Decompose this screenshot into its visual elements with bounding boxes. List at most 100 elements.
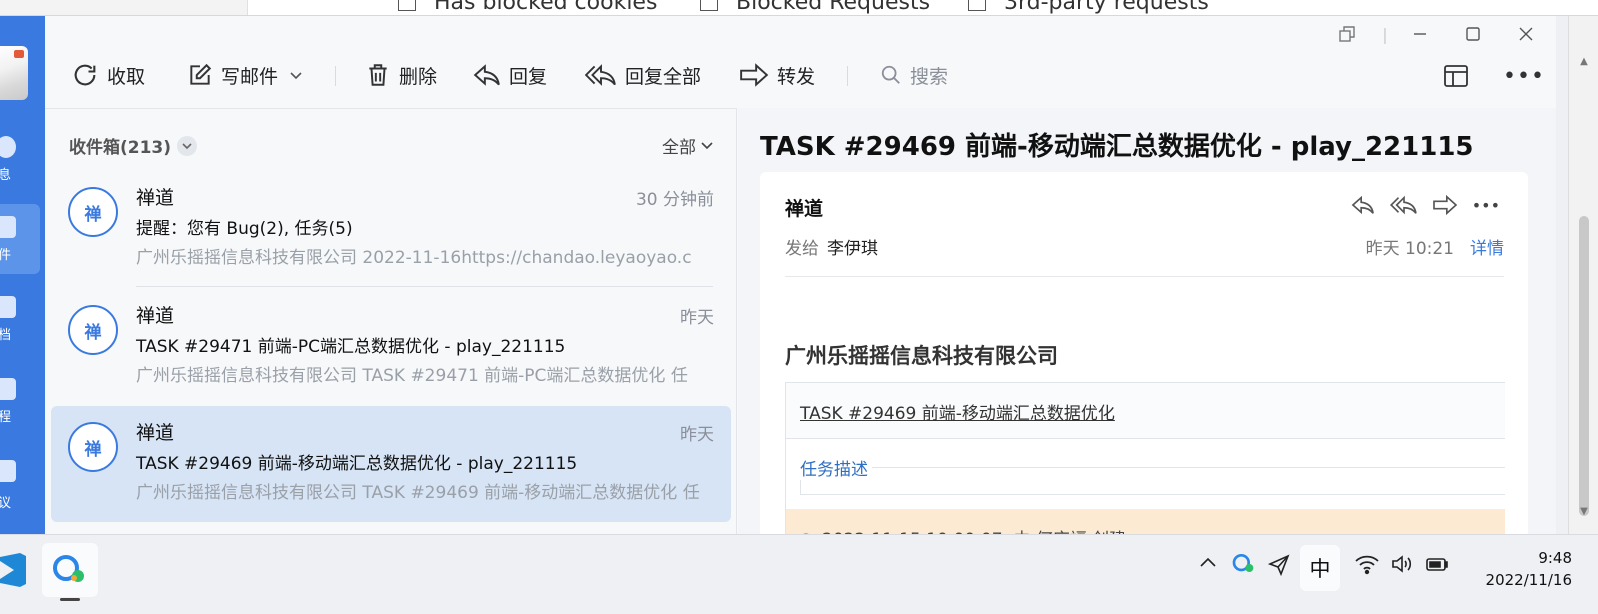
forward-icon[interactable] (1432, 194, 1458, 216)
sidebar-item-messages[interactable]: 息 (0, 132, 40, 188)
more-options-icon[interactable]: ••• (1472, 196, 1500, 215)
sender-avatar: 禅 (68, 187, 118, 237)
reader-sender: 禅道 (785, 198, 824, 220)
list-item-selected[interactable]: 禅 禅道 昨天 TASK #29469 前端-移动端汇总数据优化 - play_… (51, 406, 731, 522)
recipient-name: 李伊琪 (827, 239, 878, 259)
mail-subject: TASK #29469 前端-移动端汇总数据优化 - play_221115 (136, 454, 578, 474)
folder-selector[interactable]: 收件箱(213) (69, 133, 198, 158)
reader-actions: ••• (1350, 194, 1500, 216)
chat-icon (0, 136, 16, 158)
sidebar-item-docs[interactable]: 档 (0, 292, 40, 348)
mail-subject: TASK #29471 前端-PC端汇总数据优化 - play_221115 (136, 337, 566, 357)
mail-app-taskbar-icon[interactable] (42, 543, 98, 601)
wifi-icon[interactable] (1354, 553, 1380, 575)
battery-icon[interactable] (1424, 553, 1450, 575)
mail-time: 30 分钟前 (635, 190, 714, 210)
restore-down-icon[interactable] (1337, 24, 1357, 44)
task-link[interactable]: TASK #29469 前端-移动端汇总数据优化 (800, 399, 1115, 424)
taskbar: 中 9:48 2022/11/16 (0, 534, 1598, 614)
sender-name: 禅道 (136, 305, 175, 327)
history-text: 2022-11-15 10:00:07, 由 何庆福 创建。 (822, 525, 1143, 534)
sidebar-item-calendar[interactable]: 程 (0, 374, 40, 430)
reply-all-icon (585, 64, 616, 86)
reading-pane: TASK #29469 前端-移动端汇总数据优化 - play_221115 禅… (738, 108, 1556, 534)
filter-dropdown[interactable]: 全部 (662, 133, 714, 158)
system-clock[interactable]: 9:48 2022/11/16 (1486, 547, 1572, 591)
search-input[interactable]: 搜索 (880, 60, 948, 90)
scrollbar-thumb[interactable] (1579, 216, 1589, 516)
background-panel (0, 0, 248, 15)
sidebar-item-meeting[interactable]: 议 (0, 456, 40, 512)
chat-mail-icon (53, 555, 84, 582)
task-link-row: TASK #29469 前端-移动端汇总数据优化 (786, 383, 1505, 439)
mail-title: TASK #29469 前端-移动端汇总数据优化 - play_221115 (760, 132, 1474, 162)
task-desc-box (800, 467, 1505, 495)
mail-preview: 广州乐摇摇信息科技有限公司 TASK #29469 前端-移动端汇总数据优化 任 (136, 483, 700, 503)
checkbox[interactable] (968, 0, 986, 11)
send-icon[interactable] (1266, 553, 1292, 577)
chevron-up-icon[interactable] (1198, 553, 1218, 573)
filter-third-party[interactable]: 3rd-party requests (968, 0, 1209, 15)
company-name: 广州乐摇摇信息科技有限公司 (785, 344, 1058, 368)
scroll-up-arrow-icon[interactable]: ▲ (1578, 56, 1590, 76)
filter-blocked-requests[interactable]: Blocked Requests (700, 0, 930, 15)
background-scrollbar[interactable]: ▲ ▼ (1568, 16, 1598, 536)
mail-time: 昨天 (680, 425, 714, 445)
active-indicator (60, 598, 80, 601)
list-item[interactable]: 禅 禅道 昨天 TASK #29471 前端-PC端汇总数据优化 - play_… (51, 289, 731, 405)
calendar-icon (0, 378, 16, 400)
chevron-down-icon[interactable] (177, 135, 198, 156)
volume-icon[interactable] (1390, 553, 1414, 575)
forward-button[interactable]: 转发 (739, 60, 815, 90)
mail-tray-icon[interactable] (1232, 553, 1256, 575)
sender-name: 禅道 (136, 422, 175, 444)
maximize-icon[interactable] (1463, 24, 1483, 44)
reply-all-icon[interactable] (1389, 194, 1418, 216)
checkbox[interactable] (398, 0, 416, 11)
reply-icon (473, 64, 500, 86)
sender-name: 禅道 (136, 187, 175, 209)
mail-window: 息 件 档 程 议 收取 写邮件 删除 回复 回复全部 转发 搜索 | ••• … (0, 16, 1556, 534)
search-icon (881, 65, 900, 84)
sidebar-item-mail[interactable]: 件 (0, 204, 40, 274)
close-icon[interactable] (1516, 24, 1536, 44)
clock-time: 9:48 (1538, 549, 1572, 567)
list-item[interactable]: 禅 禅道 30 分钟前 提醒：您有 Bug(2), 任务(5) 广州乐摇摇信息科… (51, 171, 731, 287)
divider (785, 276, 1504, 277)
filter-blocked-cookies[interactable]: Has blocked cookies (398, 0, 657, 15)
toolbar: 收取 写邮件 删除 回复 回复全部 转发 搜索 | ••• (45, 16, 1556, 108)
compose-button[interactable]: 写邮件 (187, 60, 304, 90)
mail-time: 昨天 (680, 308, 714, 328)
compose-icon (190, 63, 212, 85)
more-options-icon[interactable]: ••• (1503, 64, 1545, 89)
delete-button[interactable]: 删除 (365, 60, 437, 90)
details-link[interactable]: 详情 (1470, 234, 1504, 259)
recipient-line: 发给 李伊琪 (785, 239, 878, 259)
receive-button[interactable]: 收取 (71, 60, 145, 90)
mail-preview: 广州乐摇摇信息科技有限公司 TASK #29471 前端-PC端汇总数据优化 任 (136, 366, 688, 386)
background-browser-strip: Has blocked cookies Blocked Requests 3rd… (0, 0, 1598, 16)
clock-date: 2022/11/16 (1485, 571, 1572, 589)
sender-avatar: 禅 (68, 422, 118, 472)
reply-icon[interactable] (1350, 194, 1376, 216)
checkbox[interactable] (700, 0, 718, 11)
user-avatar[interactable] (0, 46, 28, 100)
mail-subject: 提醒：您有 Bug(2), 任务(5) (136, 219, 353, 239)
reply-button[interactable]: 回复 (473, 60, 547, 90)
mail-preview: 广州乐摇摇信息科技有限公司 2022-11-16https://chandao.… (136, 248, 692, 268)
vscode-icon[interactable] (0, 553, 26, 587)
meeting-icon (0, 460, 16, 482)
minimize-icon[interactable] (1410, 24, 1430, 44)
item-divider (136, 286, 713, 287)
forward-icon (740, 63, 769, 87)
mail-icon (0, 216, 16, 238)
message-list: 收件箱(213) 全部 禅 禅道 30 分钟前 提醒：您有 Bug(2), 任务… (45, 108, 737, 534)
document-icon (0, 296, 16, 318)
task-history: 2022-11-15 10:00:07, 由 何庆福 创建。 (786, 509, 1505, 534)
app-sidebar: 息 件 档 程 议 (0, 16, 45, 534)
ime-indicator[interactable]: 中 (1300, 545, 1340, 591)
reply-all-button[interactable]: 回复全部 (585, 60, 701, 90)
layout-toggle-icon[interactable] (1443, 64, 1469, 92)
chevron-down-icon[interactable] (288, 67, 304, 83)
scroll-down-arrow-icon[interactable]: ▼ (1578, 506, 1590, 526)
